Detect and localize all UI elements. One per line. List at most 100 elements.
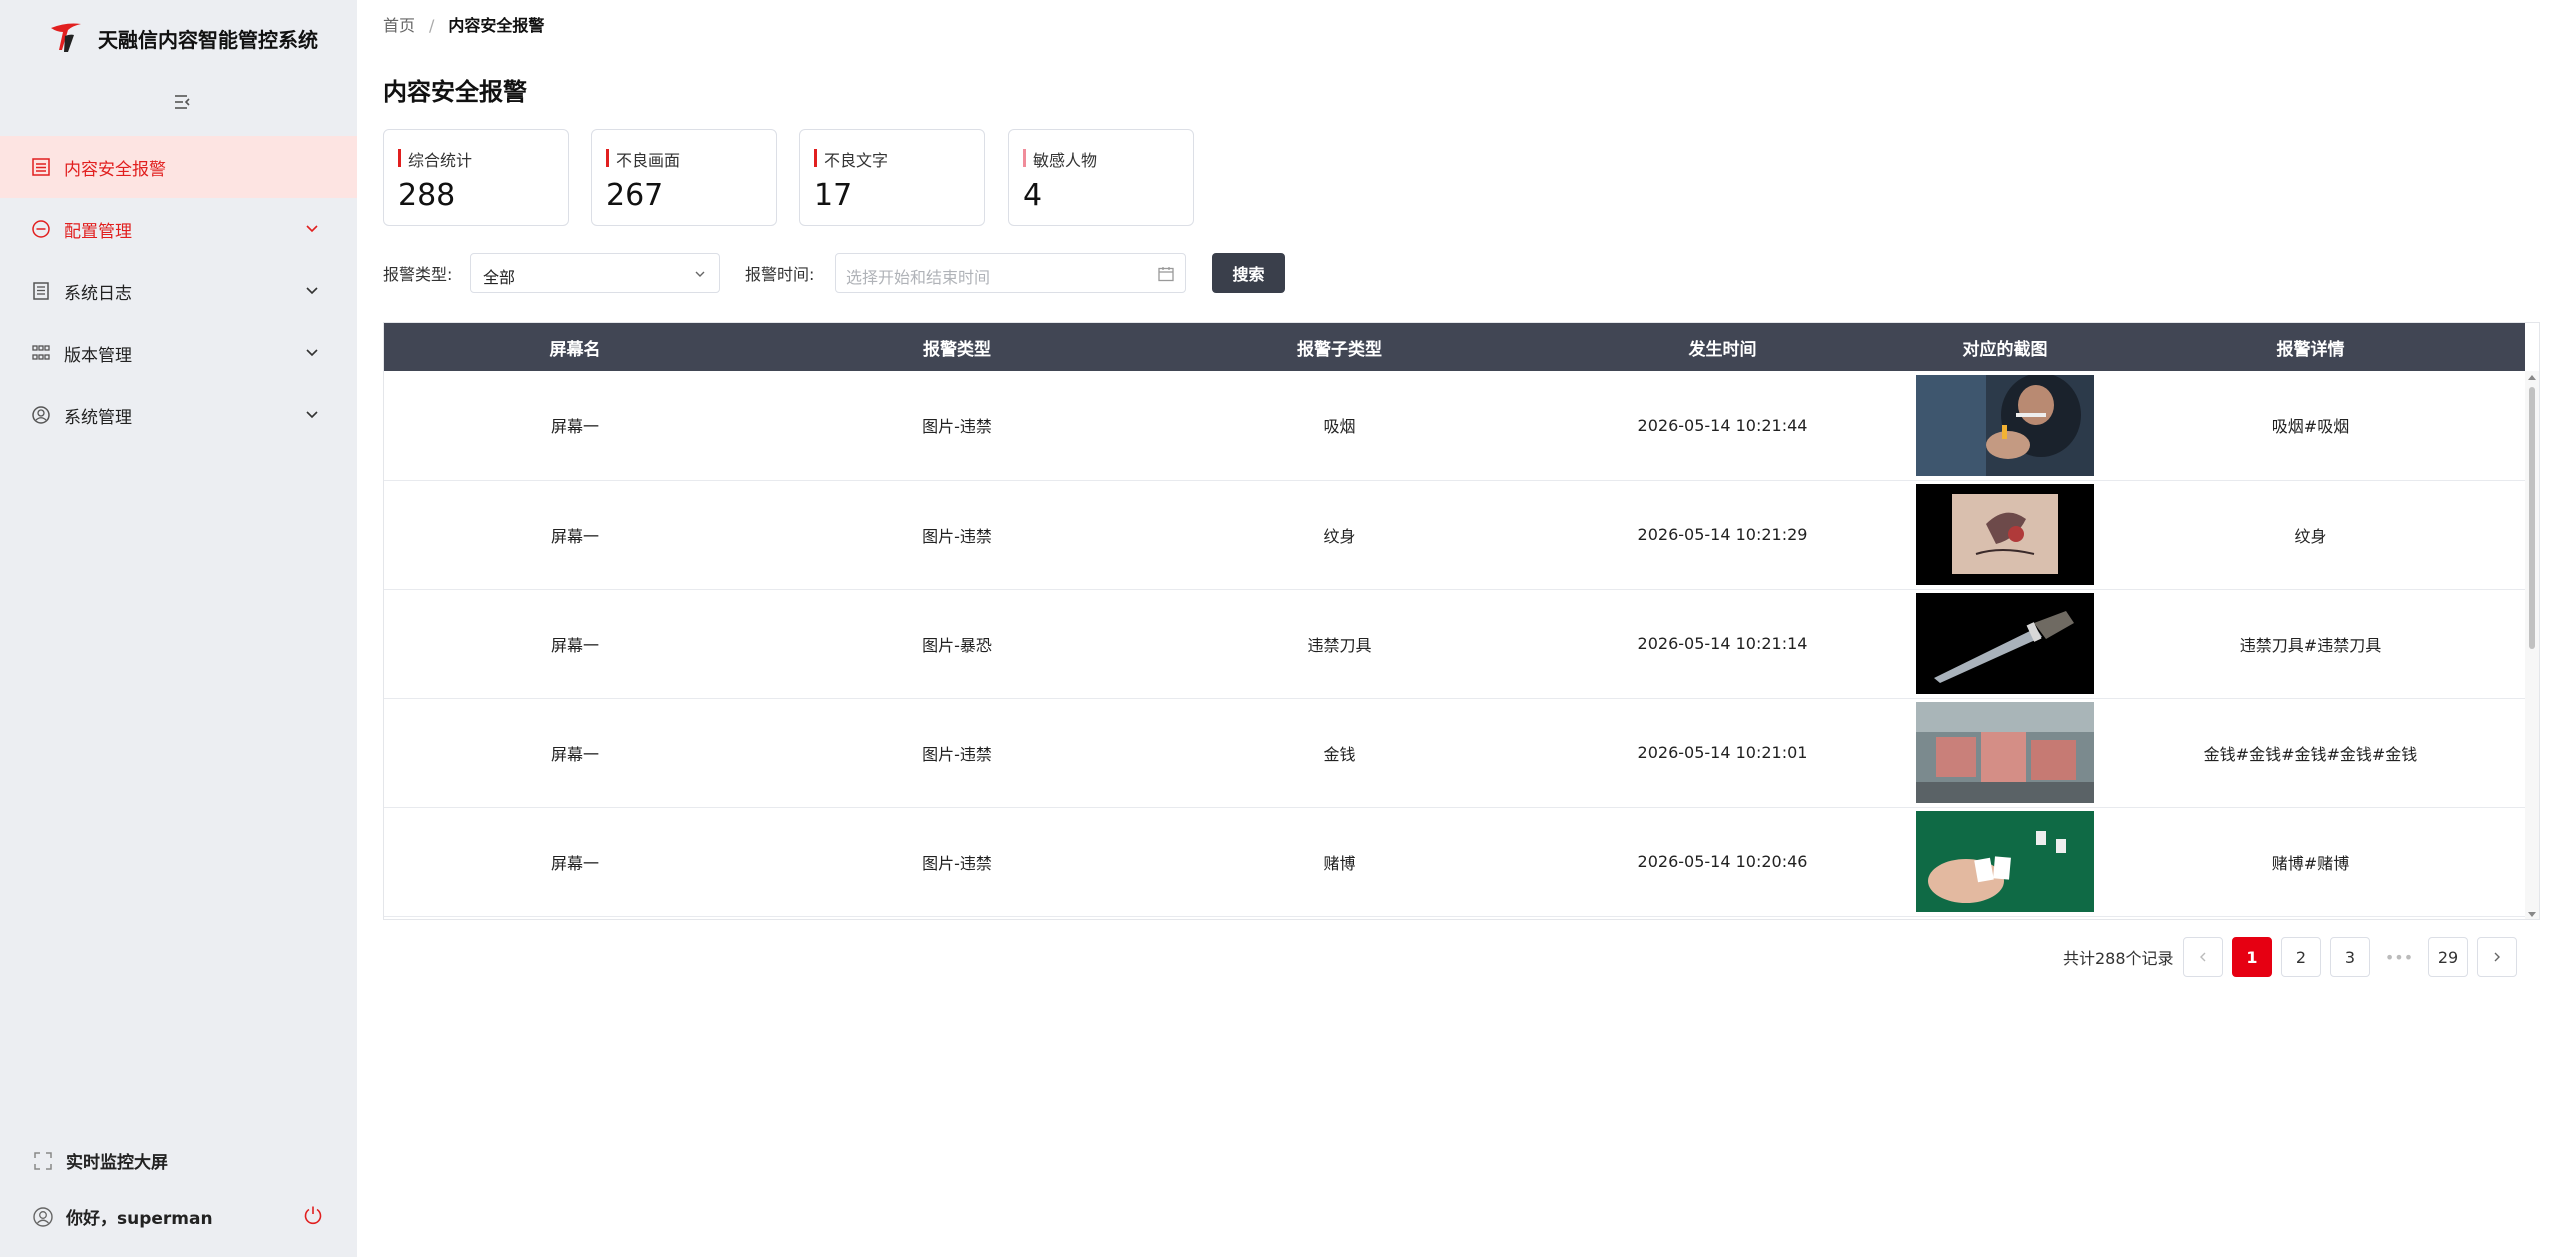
power-icon[interactable] bbox=[302, 1204, 324, 1226]
sidebar-item-content-alerts[interactable]: 内容安全报警 bbox=[0, 136, 357, 198]
cell-time: 2026-05-14 10:21:01 bbox=[1637, 743, 1808, 762]
page-ellipsis[interactable]: ••• bbox=[2379, 937, 2419, 977]
monitor-screen-link[interactable]: 实时监控大屏 bbox=[32, 1148, 168, 1173]
stat-card-total: 综合统计 288 bbox=[383, 129, 569, 226]
stat-card-sensitive-person: 敏感人物 4 bbox=[1008, 129, 1194, 226]
breadcrumb: 首页 / 内容安全报警 bbox=[383, 12, 544, 36]
cell-detail: 金钱#金钱#金钱#金钱#金钱 bbox=[2203, 744, 2418, 764]
chevron-left-icon bbox=[2200, 952, 2206, 962]
sidebar-item-label: 内容安全报警 bbox=[64, 159, 166, 180]
alert-table: 屏幕名 报警类型 报警子类型 发生时间 对应的截图 报警详情 屏幕一 图片-违禁… bbox=[383, 322, 2540, 920]
cell-time: 2026-05-14 10:21:44 bbox=[1637, 415, 1808, 435]
user-icon bbox=[33, 1206, 53, 1227]
breadcrumb-current: 内容安全报警 bbox=[448, 16, 545, 35]
minus-circle-icon bbox=[30, 218, 52, 240]
column-header-type: 报警类型 bbox=[923, 339, 991, 360]
screenshot-thumbnail-money[interactable] bbox=[1916, 702, 2094, 803]
cell-time: 2026-05-14 10:20:46 bbox=[1637, 852, 1808, 871]
grid-icon bbox=[30, 342, 52, 364]
stat-value: 4 bbox=[1023, 178, 1043, 213]
table-scrollbar[interactable] bbox=[2525, 371, 2539, 919]
cell-time: 2026-05-14 10:21:14 bbox=[1637, 634, 1808, 653]
cell-subtype: 吸烟 bbox=[1323, 417, 1356, 437]
chevron-down-icon bbox=[306, 411, 318, 419]
collapse-menu-icon[interactable] bbox=[170, 90, 194, 114]
page-button-2[interactable]: 2 bbox=[2281, 937, 2321, 977]
chevron-down-icon bbox=[306, 225, 318, 233]
user-circle-icon bbox=[30, 404, 52, 426]
page-button-29[interactable]: 29 bbox=[2428, 937, 2468, 977]
log-icon bbox=[30, 280, 52, 302]
stat-value: 288 bbox=[398, 178, 456, 213]
alert-type-label: 报警类型: bbox=[383, 265, 453, 284]
table-row[interactable]: 屏幕一 图片-违禁 纹身 2026-05-14 10:21:29 纹身 bbox=[384, 480, 2525, 589]
sidebar-item-system-admin[interactable]: 系统管理 bbox=[0, 384, 357, 446]
sidebar-item-label: 配置管理 bbox=[64, 221, 132, 242]
alert-time-label: 报警时间: bbox=[745, 265, 815, 284]
scrollbar-thumb[interactable] bbox=[2529, 387, 2535, 649]
table-row[interactable]: 屏幕一 图片-违禁 吸烟 2026-05-14 10:21:44 吸烟#吸烟 bbox=[384, 371, 2525, 480]
table-header-row: 屏幕名 报警类型 报警子类型 发生时间 对应的截图 报警详情 bbox=[384, 323, 2525, 371]
search-button[interactable]: 搜索 bbox=[1212, 253, 1285, 293]
table-row[interactable]: 屏幕一 图片-暴恐 违禁刀具 2026-05-14 10:21:14 违禁刀具#… bbox=[384, 589, 2525, 698]
screenshot-thumbnail-gambling[interactable] bbox=[1916, 811, 2094, 912]
alert-time-range-input[interactable]: 选择开始和结束时间 bbox=[835, 253, 1186, 293]
cell-screenshot bbox=[1914, 807, 2096, 916]
cell-screenshot bbox=[1914, 480, 2096, 589]
breadcrumb-separator: / bbox=[429, 16, 435, 35]
cell-type: 图片-暴恐 bbox=[922, 635, 992, 655]
cell-type: 图片-违禁 bbox=[922, 853, 992, 873]
table-row[interactable]: 屏幕一 图片-违禁 赌博 2026-05-14 10:20:46 赌博#赌博 bbox=[384, 807, 2525, 916]
alert-time-placeholder: 选择开始和结束时间 bbox=[846, 268, 991, 287]
stat-label: 综合统计 bbox=[398, 147, 472, 171]
column-header-screen: 屏幕名 bbox=[549, 339, 601, 360]
cell-detail: 违禁刀具#违禁刀具 bbox=[2239, 635, 2382, 655]
scroll-up-arrow-icon[interactable] bbox=[2528, 375, 2536, 380]
cell-screenshot bbox=[1914, 371, 2096, 480]
stat-value: 17 bbox=[814, 178, 853, 213]
stat-label: 不良文字 bbox=[814, 147, 888, 171]
sidebar-item-config[interactable]: 配置管理 bbox=[0, 198, 357, 260]
column-header-detail: 报警详情 bbox=[2276, 339, 2345, 360]
app-title: 天融信内容智能管控系统 bbox=[98, 27, 318, 52]
pagination: 共计288个记录 1 2 3 ••• 29 bbox=[2063, 937, 2543, 977]
screenshot-thumbnail-smoking[interactable] bbox=[1916, 374, 2094, 476]
chevron-down-icon bbox=[306, 349, 318, 357]
cell-screen: 屏幕一 bbox=[550, 744, 599, 764]
stat-label: 不良画面 bbox=[606, 147, 680, 171]
user-greeting: 你好，superman bbox=[66, 1209, 213, 1229]
chevron-right-icon bbox=[2494, 952, 2500, 962]
page-button-3[interactable]: 3 bbox=[2330, 937, 2370, 977]
sidebar-item-label: 系统管理 bbox=[64, 407, 132, 428]
column-header-time: 发生时间 bbox=[1688, 339, 1757, 360]
chevron-down-icon bbox=[695, 271, 705, 277]
cell-subtype: 赌博 bbox=[1323, 853, 1356, 873]
sidebar-item-label: 版本管理 bbox=[64, 345, 132, 366]
screenshot-thumbnail-knife[interactable] bbox=[1916, 593, 2094, 694]
cell-subtype: 纹身 bbox=[1323, 526, 1356, 546]
chevron-down-icon bbox=[306, 287, 318, 295]
cell-time: 2026-05-14 10:21:29 bbox=[1637, 525, 1808, 544]
column-header-screenshot: 对应的截图 bbox=[1962, 339, 2048, 360]
next-page-button[interactable] bbox=[2477, 937, 2517, 977]
stat-label: 敏感人物 bbox=[1023, 147, 1097, 171]
screenshot-thumbnail-tattoo[interactable] bbox=[1916, 484, 2094, 585]
sidebar-item-version[interactable]: 版本管理 bbox=[0, 322, 357, 384]
alert-type-select[interactable]: 全部 bbox=[470, 253, 720, 293]
brand: 天融信内容智能管控系统 bbox=[48, 20, 318, 56]
scroll-down-arrow-icon[interactable] bbox=[2528, 912, 2536, 917]
cell-subtype: 金钱 bbox=[1323, 744, 1356, 764]
page-button-1[interactable]: 1 bbox=[2232, 937, 2272, 977]
sidebar-item-system-log[interactable]: 系统日志 bbox=[0, 260, 357, 322]
stat-card-bad-image: 不良画面 267 bbox=[591, 129, 777, 226]
filter-bar: 报警类型: 全部 报警时间: 选择开始和结束时间 搜索 bbox=[383, 253, 1383, 293]
cell-detail: 纹身 bbox=[2294, 526, 2327, 546]
table-row[interactable]: 屏幕一 图片-违禁 金钱 2026-05-14 10:21:01 金钱#金钱#金… bbox=[384, 698, 2525, 807]
cell-screen: 屏幕一 bbox=[550, 417, 599, 437]
prev-page-button[interactable] bbox=[2183, 937, 2223, 977]
alert-type-value: 全部 bbox=[483, 268, 516, 287]
cell-screenshot bbox=[1914, 698, 2096, 807]
breadcrumb-home[interactable]: 首页 bbox=[383, 16, 415, 35]
cell-screen: 屏幕一 bbox=[550, 526, 599, 546]
cell-screen: 屏幕一 bbox=[550, 853, 599, 873]
